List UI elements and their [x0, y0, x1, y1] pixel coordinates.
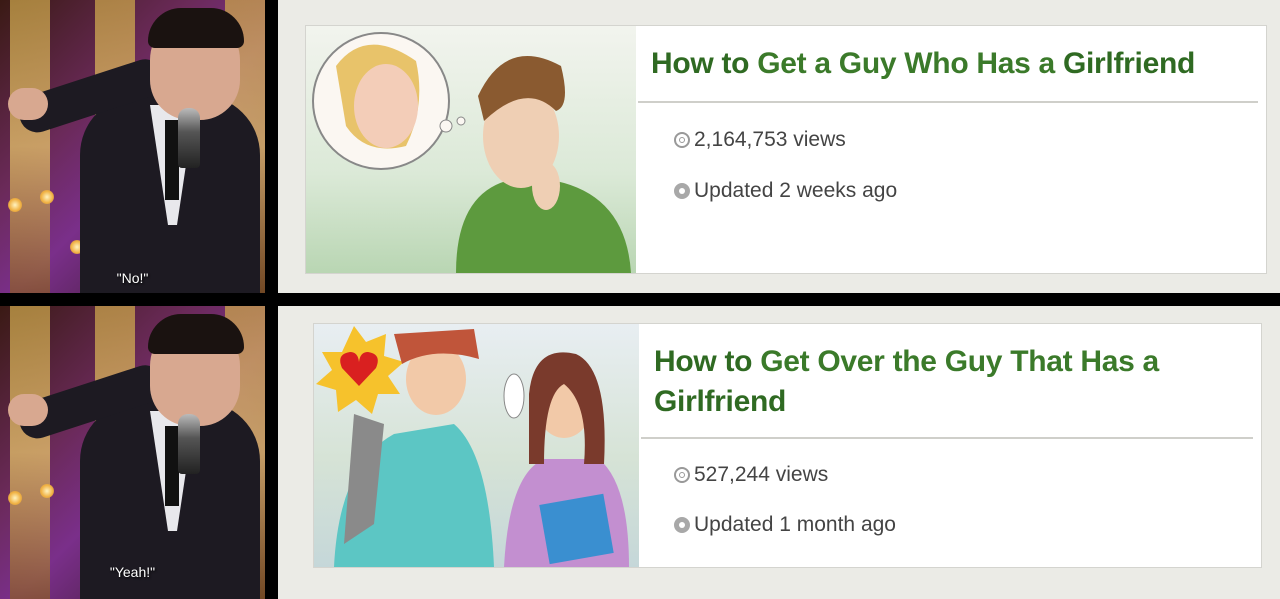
meme-panel-bottom: "Yeah!" How to Get Over the Guy That Has…	[0, 306, 1280, 599]
views-count: 2,164,753 views	[674, 128, 846, 152]
notebook	[539, 493, 614, 565]
refresh-icon	[674, 517, 690, 533]
comedian-photo-bottom: "Yeah!"	[0, 306, 265, 599]
article-card[interactable]: How to Get Over the Guy That Has a Girlf…	[313, 323, 1262, 568]
article-title[interactable]: How to Get a Guy Who Has a Girlfriend	[651, 44, 1251, 84]
tie	[165, 426, 179, 506]
pointing-hand	[8, 394, 48, 426]
title-how-to: How to	[654, 345, 753, 378]
title-middle: Get a Guy Who Has a	[757, 47, 1055, 80]
views-label: 2,164,753 views	[694, 128, 846, 151]
woman-face	[354, 64, 418, 148]
thought-dot	[456, 116, 466, 126]
divider	[638, 101, 1258, 103]
stage-light	[10, 306, 50, 599]
comedian-hair	[148, 314, 244, 354]
illustration-svg	[312, 32, 631, 273]
stage-bulb	[40, 190, 54, 204]
stage-bulb	[8, 491, 22, 505]
meme-caption: "No!"	[116, 270, 149, 286]
thought-dot	[439, 119, 453, 133]
title-suffix: Girlfriend	[1062, 47, 1195, 80]
illustration-svg	[316, 326, 629, 567]
article-thumbnail[interactable]	[314, 324, 639, 567]
updated-label: Updated 1 month ago	[694, 513, 896, 536]
man-hand	[532, 162, 560, 210]
title-suffix: Girlfriend	[654, 385, 787, 418]
comedian-photo-top: "No!"	[0, 0, 265, 293]
speech-bubble	[503, 373, 525, 419]
microphone	[178, 414, 200, 474]
microphone	[178, 108, 200, 168]
updated-info: Updated 1 month ago	[674, 513, 896, 537]
article-title[interactable]: How to Get Over the Guy That Has a Girlf…	[654, 342, 1174, 422]
title-how-to: How to	[651, 47, 750, 80]
divider	[641, 437, 1253, 439]
tie	[165, 120, 179, 200]
refresh-icon	[674, 183, 690, 199]
views-count: 527,244 views	[674, 463, 828, 487]
updated-label: Updated 2 weeks ago	[694, 179, 898, 202]
comedian-hair	[148, 8, 244, 48]
article-thumbnail[interactable]	[306, 26, 636, 273]
meme-panel-top: "No!" How to Get a Guy Who Has a Girlfri…	[0, 0, 1280, 293]
eye-icon	[674, 132, 690, 148]
stage-bulb	[40, 484, 54, 498]
updated-info: Updated 2 weeks ago	[674, 179, 897, 203]
title-middle: Get Over the Guy That Has a	[760, 345, 1159, 378]
stage-bulb	[8, 198, 22, 212]
views-label: 527,244 views	[694, 463, 829, 486]
eye-icon	[674, 467, 690, 483]
pointing-hand	[8, 88, 48, 120]
stage-light	[10, 0, 50, 293]
article-card[interactable]: How to Get a Guy Who Has a Girlfriend 2,…	[305, 25, 1267, 274]
meme-caption: "Yeah!"	[109, 564, 156, 580]
